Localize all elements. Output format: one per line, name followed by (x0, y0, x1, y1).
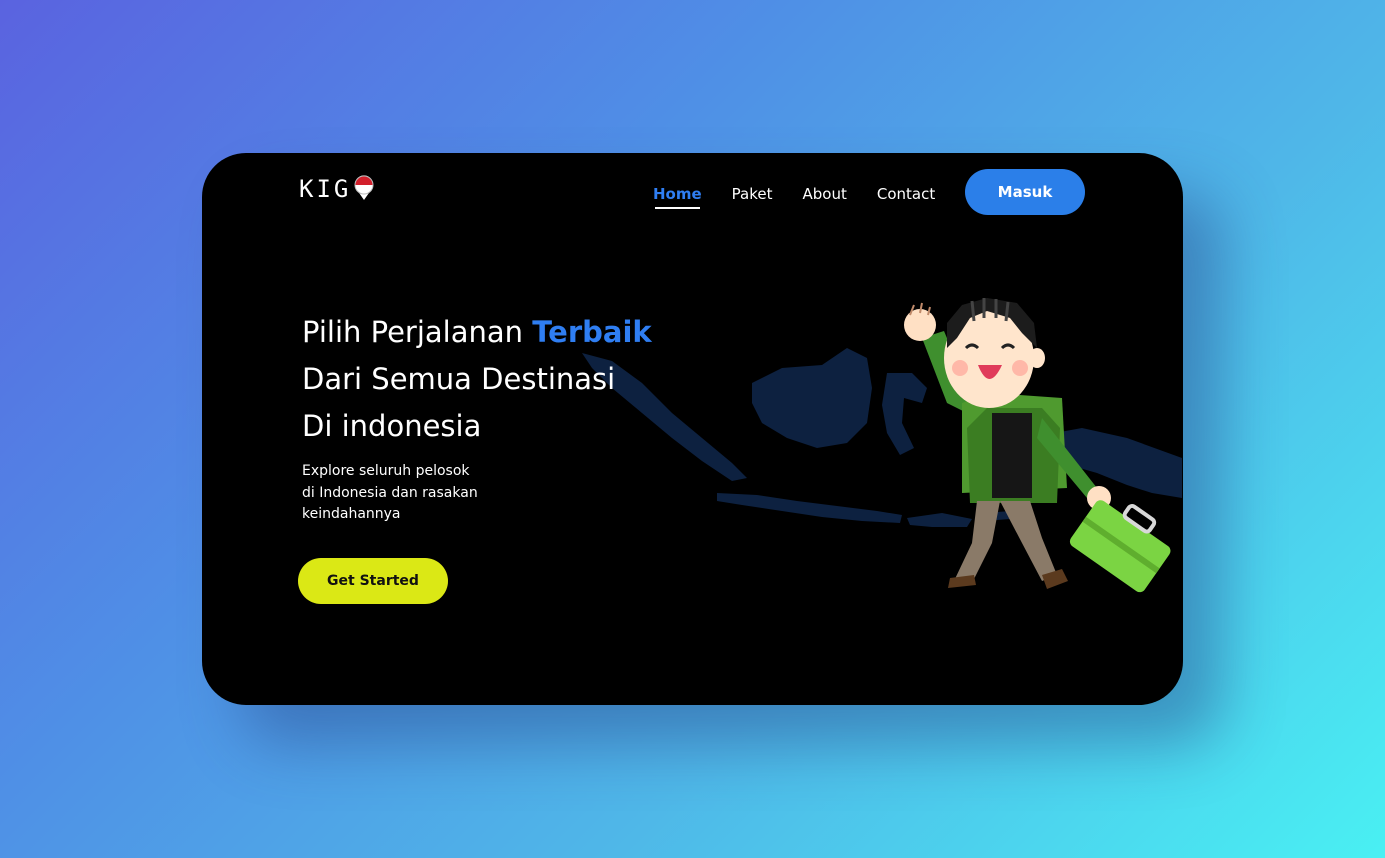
get-started-button[interactable]: Get Started (298, 558, 448, 604)
hero-subtitle: Explore seluruh pelosok di Indonesia dan… (302, 461, 522, 526)
nav-item-about[interactable]: About (803, 185, 847, 203)
logo-text: KIG (299, 175, 352, 203)
indonesia-pin-icon (354, 175, 374, 200)
nav-item-home[interactable]: Home (653, 185, 702, 209)
hero-title-prefix: Pilih Perjalanan (302, 315, 533, 349)
hero-subtitle-line1: Explore seluruh pelosok (302, 463, 470, 479)
nav-item-paket[interactable]: Paket (732, 185, 773, 203)
main-nav: Home Paket About Contact (653, 185, 965, 209)
hero-title-line3: Di indonesia (302, 409, 482, 443)
login-button[interactable]: Masuk (965, 169, 1085, 215)
hero-subtitle-line2: di Indonesia dan rasakan (302, 484, 478, 501)
logo[interactable]: KIG (299, 175, 375, 203)
hero-card: KIG Home Paket About Contact Masuk Pilih… (202, 153, 1183, 705)
traveler-with-suitcase-icon (904, 298, 1171, 593)
nav-item-contact[interactable]: Contact (877, 185, 935, 203)
hero-title-line1: Pilih Perjalanan Terbaik (302, 309, 652, 356)
hero-title-highlight: Terbaik (532, 315, 652, 349)
hero-subtitle-line3: keindahannya (302, 506, 401, 522)
hero-title-line2: Dari Semua Destinasi (302, 362, 616, 396)
hero-title: Pilih Perjalanan Terbaik Dari Semua Dest… (302, 309, 652, 450)
